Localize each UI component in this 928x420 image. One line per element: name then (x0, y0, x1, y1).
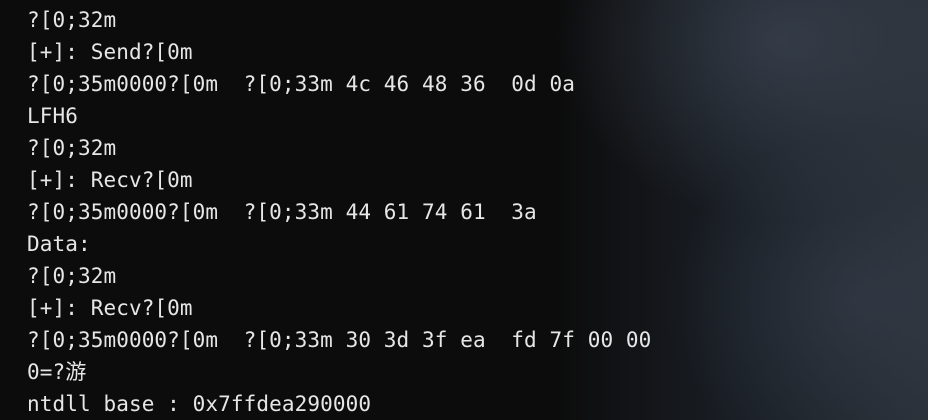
terminal-line: ?[0;35m0000?[0m ?[0;33m 30 3d 3f ea fd 7… (27, 328, 652, 352)
terminal-line: Data: (27, 232, 91, 256)
terminal-line: [+]: Recv?[0m (27, 168, 193, 192)
terminal-line: ?[0;32m (27, 136, 117, 160)
terminal-line: [+]: Recv?[0m (27, 296, 193, 320)
terminal-line: LFH6 (27, 104, 78, 128)
terminal-line: ?[0;35m0000?[0m ?[0;33m 4c 46 48 36 0d 0… (27, 72, 575, 96)
terminal-output: ?[0;32m [+]: Send?[0m ?[0;35m0000?[0m ?[… (27, 4, 651, 420)
terminal-window[interactable]: ?[0;32m [+]: Send?[0m ?[0;35m0000?[0m ?[… (0, 0, 928, 420)
terminal-line: ?[0;32m (27, 264, 117, 288)
terminal-line: ntdll base : 0x7ffdea290000 (27, 392, 372, 416)
terminal-line: 0=?游 (27, 360, 87, 384)
terminal-line: ?[0;35m0000?[0m ?[0;33m 44 61 74 61 3a (27, 200, 537, 224)
terminal-line: ?[0;32m (27, 8, 117, 32)
terminal-line: [+]: Send?[0m (27, 40, 193, 64)
